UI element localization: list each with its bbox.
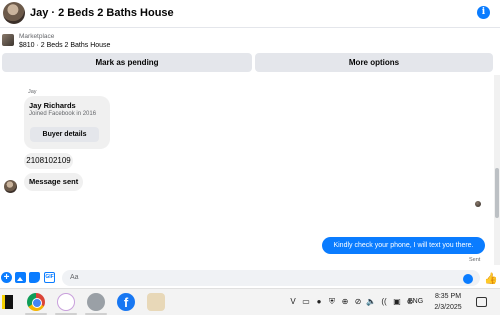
phone-message[interactable]: 2108102109 — [24, 153, 73, 169]
like-icon[interactable]: 👍 — [484, 272, 498, 285]
tray-icon[interactable]: ● — [314, 297, 324, 307]
start-app-icon[interactable] — [2, 295, 13, 309]
info-icon[interactable]: i — [477, 6, 490, 19]
seen-indicator-avatar — [475, 201, 481, 207]
emoji-icon[interactable] — [463, 274, 473, 284]
tray-icon[interactable]: ⊘ — [353, 297, 363, 307]
tray-icon[interactable]: ▭ — [301, 297, 311, 307]
windows-taskbar: f V ▭ ● ⛨ ⊕ ⊘ 🔈 (( ▣ ⊛ ENG 8:35 PM 2/3/2… — [0, 288, 500, 315]
wifi-icon[interactable]: (( — [379, 297, 389, 307]
profile-name: Jay Richards — [29, 101, 76, 110]
profile-joined: Joined Facebook in 2016 — [29, 111, 97, 117]
image-icon[interactable] — [15, 272, 26, 283]
system-tray: V ▭ ● ⛨ ⊕ ⊘ 🔈 (( ▣ ⊛ — [288, 297, 415, 307]
message-status: Sent — [469, 257, 481, 263]
chrome-icon[interactable] — [27, 293, 45, 311]
chat-header: Jay · 2 Beds 2 Baths House i — [0, 0, 500, 27]
chrome-profile-icon[interactable] — [87, 293, 105, 311]
language-indicator[interactable]: ENG — [408, 298, 423, 305]
message-input[interactable]: Aa — [62, 270, 480, 286]
more-options-button[interactable]: More options — [255, 53, 493, 72]
scrollbar-thumb[interactable] — [495, 168, 499, 218]
facebook-icon[interactable]: f — [117, 293, 135, 311]
buyer-details-button[interactable]: Buyer details — [30, 127, 99, 142]
notification-icon[interactable] — [476, 297, 487, 307]
volume-icon[interactable]: 🔈 — [366, 297, 376, 307]
battery-icon[interactable]: ▣ — [392, 297, 402, 307]
tray-icon[interactable]: ⊕ — [340, 297, 350, 307]
chat-title[interactable]: Jay · 2 Beds 2 Baths House — [30, 7, 174, 19]
snipping-tool-icon[interactable] — [57, 293, 75, 311]
contact-avatar[interactable] — [3, 2, 25, 24]
sender-name: Jay — [28, 89, 37, 95]
paint-icon[interactable] — [147, 293, 165, 311]
sender-avatar[interactable] — [4, 180, 17, 193]
outgoing-message[interactable]: Kindly check your phone, I will text you… — [322, 237, 485, 254]
clock-date[interactable]: 2/3/2025 — [430, 304, 466, 311]
composer-bar: + GIF Aa 👍 — [0, 268, 500, 288]
tray-icon[interactable]: V — [288, 297, 298, 307]
mark-as-pending-button[interactable]: Mark as pending — [2, 53, 252, 72]
header-divider — [0, 27, 500, 28]
sticker-icon[interactable] — [29, 272, 40, 283]
gif-icon[interactable]: GIF — [44, 272, 55, 283]
listing-summary[interactable]: $810 · 2 Beds 2 Baths House — [19, 42, 110, 49]
marketplace-label: Marketplace — [19, 33, 55, 40]
listing-thumbnail[interactable] — [2, 34, 14, 46]
profile-card: Jay Richards Joined Facebook in 2016 Buy… — [24, 96, 110, 149]
message-sent-bubble[interactable]: Message sent — [24, 173, 83, 191]
messenger-window: Jay · 2 Beds 2 Baths House i Marketplace… — [0, 0, 500, 288]
plus-icon[interactable]: + — [1, 272, 12, 283]
tray-icon[interactable]: ⛨ — [327, 297, 337, 307]
clock-time[interactable]: 8:35 PM — [433, 293, 463, 300]
